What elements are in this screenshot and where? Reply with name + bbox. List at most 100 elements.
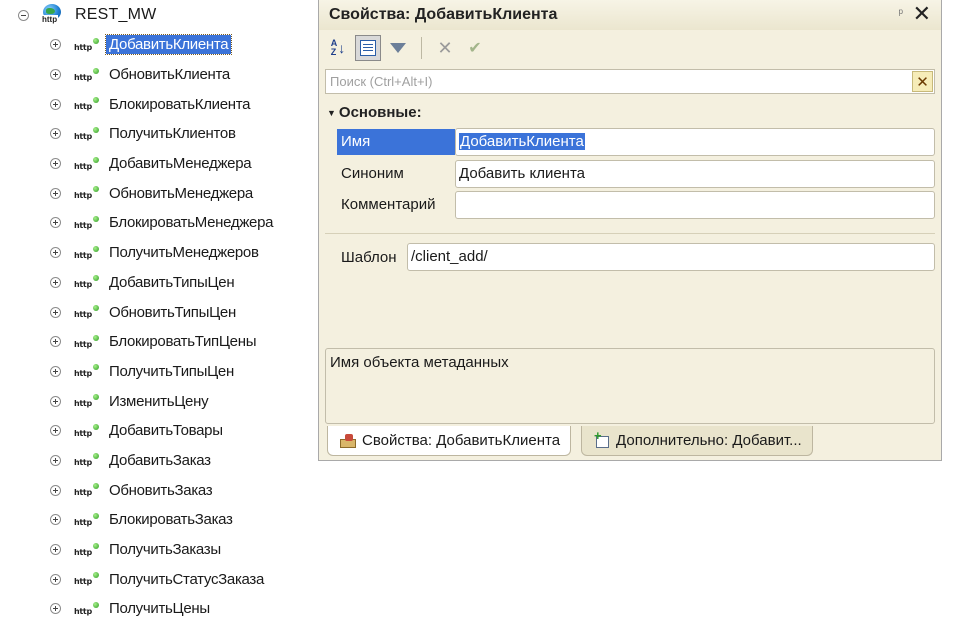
toolbar-separator — [421, 37, 422, 59]
expand-icon[interactable] — [50, 484, 61, 496]
tree-item[interactable]: http ПолучитьЦены — [0, 594, 318, 624]
expand-icon[interactable] — [50, 247, 61, 259]
tree-item[interactable]: http ПолучитьСтатусЗаказа — [0, 564, 318, 594]
http-service-icon: http — [74, 67, 100, 82]
http-service-icon: http — [74, 364, 100, 378]
tree-item[interactable]: http БлокироватьЗаказ — [0, 505, 318, 535]
tab-label: Свойства: ДобавитьКлиента — [362, 432, 561, 449]
expand-icon[interactable] — [50, 603, 61, 615]
property-label-synonym[interactable]: Синоним — [337, 161, 455, 187]
metadata-tree: http REST_MW http ДобавитьКлиента http Обно… — [0, 0, 318, 623]
template-field[interactable]: /client_add/ — [407, 243, 935, 271]
apply-button[interactable]: ✔ — [462, 35, 488, 61]
tree-item[interactable]: http ПолучитьЗаказы — [0, 535, 318, 565]
panel-tabs: Свойства: ДобавитьКлиента Дополнительно:… — [327, 426, 823, 458]
tree-item-label: ДобавитьЗаказ — [109, 451, 211, 469]
tree-item[interactable]: http БлокироватьКлиента — [0, 89, 318, 119]
search-input[interactable] — [326, 70, 912, 93]
tree-item[interactable]: http ОбновитьКлиента — [0, 60, 318, 90]
tab-properties[interactable]: Свойства: ДобавитьКлиента — [327, 426, 572, 456]
expand-icon[interactable] — [50, 187, 61, 199]
tree-item[interactable]: http ДобавитьЗаказ — [0, 446, 318, 476]
tree-item[interactable]: http ДобавитьКлиента — [0, 30, 318, 60]
filter-button[interactable] — [385, 35, 411, 61]
expand-icon[interactable] — [50, 128, 61, 140]
synonym-field[interactable]: Добавить клиента — [455, 160, 935, 188]
tree-item-label: БлокироватьТипЦены — [109, 333, 257, 351]
clear-search-button[interactable]: ✕ — [912, 71, 933, 92]
tree-item[interactable]: http ОбновитьТипыЦен — [0, 297, 318, 327]
http-service-icon: http — [74, 572, 100, 586]
expand-icon[interactable] — [50, 98, 61, 110]
http-service-icon: http — [74, 453, 100, 467]
tree-item-label: ОбновитьЗаказ — [109, 481, 213, 499]
expand-icon[interactable] — [50, 454, 61, 466]
tree-item[interactable]: http ДобавитьТовары — [0, 416, 318, 446]
sort-alphabetical-button[interactable]: A Z ↓ — [325, 35, 351, 61]
tree-item[interactable]: http ПолучитьМенеджеров — [0, 238, 318, 268]
tree-item-label: ПолучитьЦены — [109, 600, 210, 618]
tree-item[interactable]: http ОбновитьЗаказ — [0, 475, 318, 505]
expand-icon[interactable] — [50, 336, 61, 348]
expand-icon[interactable] — [50, 69, 61, 81]
tree-item[interactable]: http ПолучитьКлиентов — [0, 119, 318, 149]
expand-icon[interactable] — [50, 276, 61, 288]
tree-items-list: http ДобавитьКлиента http ОбновитьКлиента ht… — [0, 30, 318, 624]
tree-item-label: ОбновитьМенеджера — [109, 184, 253, 202]
expand-icon[interactable] — [50, 306, 61, 318]
collapse-triangle-icon[interactable]: ▼ — [327, 108, 336, 118]
expand-icon[interactable] — [50, 39, 61, 51]
http-service-icon: http — [74, 275, 100, 289]
check-icon: ✔ — [468, 40, 482, 57]
expand-icon[interactable] — [50, 544, 61, 556]
tree-item[interactable]: http БлокироватьТипЦены — [0, 327, 318, 357]
tree-item-label: ПолучитьТипыЦен — [109, 362, 234, 380]
property-row-synonym: Синоним Добавить клиента — [337, 160, 935, 188]
close-panel-button[interactable]: ✕ — [913, 1, 931, 27]
tree-item[interactable]: http БлокироватьМенеджера — [0, 208, 318, 238]
property-label-comment[interactable]: Комментарий — [337, 192, 455, 218]
tree-item-label: ПолучитьЗаказы — [109, 541, 221, 559]
property-label-template[interactable]: Шаблон — [337, 249, 407, 266]
expand-icon[interactable] — [50, 395, 61, 407]
http-service-icon: http — [74, 186, 100, 200]
expand-icon[interactable] — [50, 425, 61, 437]
property-label-name[interactable]: Имя — [337, 129, 455, 155]
expand-icon[interactable] — [50, 158, 61, 170]
tab-label: Дополнительно: Добавит... — [616, 432, 802, 449]
tree-item-label: ДобавитьМенеджера — [109, 155, 252, 173]
tree-item[interactable]: http ДобавитьМенеджера — [0, 149, 318, 179]
tree-item-label: БлокироватьЗаказ — [109, 511, 233, 529]
group-label: Основные: — [338, 104, 422, 121]
tree-item[interactable]: http ИзменитьЦену — [0, 386, 318, 416]
expand-icon[interactable] — [50, 573, 61, 585]
property-row-name: Имя ДобавитьКлиента — [337, 128, 935, 156]
tree-item[interactable]: http ОбновитьМенеджера — [0, 178, 318, 208]
categorized-view-button[interactable] — [355, 35, 381, 61]
http-service-icon: http — [74, 512, 100, 527]
tree-item[interactable]: http ПолучитьТипыЦен — [0, 357, 318, 387]
name-field-value: ДобавитьКлиента — [459, 133, 585, 150]
tree-item-label: БлокироватьМенеджера — [109, 214, 274, 232]
name-field[interactable]: ДобавитьКлиента — [455, 128, 935, 156]
http-service-icon: http — [74, 394, 100, 408]
comment-field[interactable] — [455, 191, 935, 219]
expand-icon[interactable] — [50, 217, 61, 229]
tab-additional[interactable]: Дополнительно: Добавит... — [581, 426, 813, 456]
expand-icon[interactable] — [50, 514, 61, 526]
group-header-main[interactable]: ▼ Основные: — [327, 104, 422, 121]
expand-icon[interactable] — [50, 365, 61, 377]
http-service-icon: http — [74, 156, 100, 171]
tree-root-row[interactable]: http REST_MW — [18, 4, 156, 26]
panel-title: Свойства: ДобавитьКлиента — [329, 6, 558, 23]
delete-value-button[interactable]: ✕ — [432, 35, 458, 61]
search-box: ✕ — [325, 69, 935, 94]
http-service-icon: http — [74, 215, 100, 230]
pin-icon[interactable]: ᵖ — [898, 6, 903, 20]
http-service-icon: http — [74, 483, 100, 497]
collapse-icon[interactable] — [18, 9, 29, 21]
tree-item[interactable]: http ДобавитьТипыЦен — [0, 268, 318, 298]
http-service-icon: http — [74, 423, 100, 438]
tree-item-label: БлокироватьКлиента — [109, 95, 251, 113]
http-service-icon: http — [74, 305, 100, 319]
